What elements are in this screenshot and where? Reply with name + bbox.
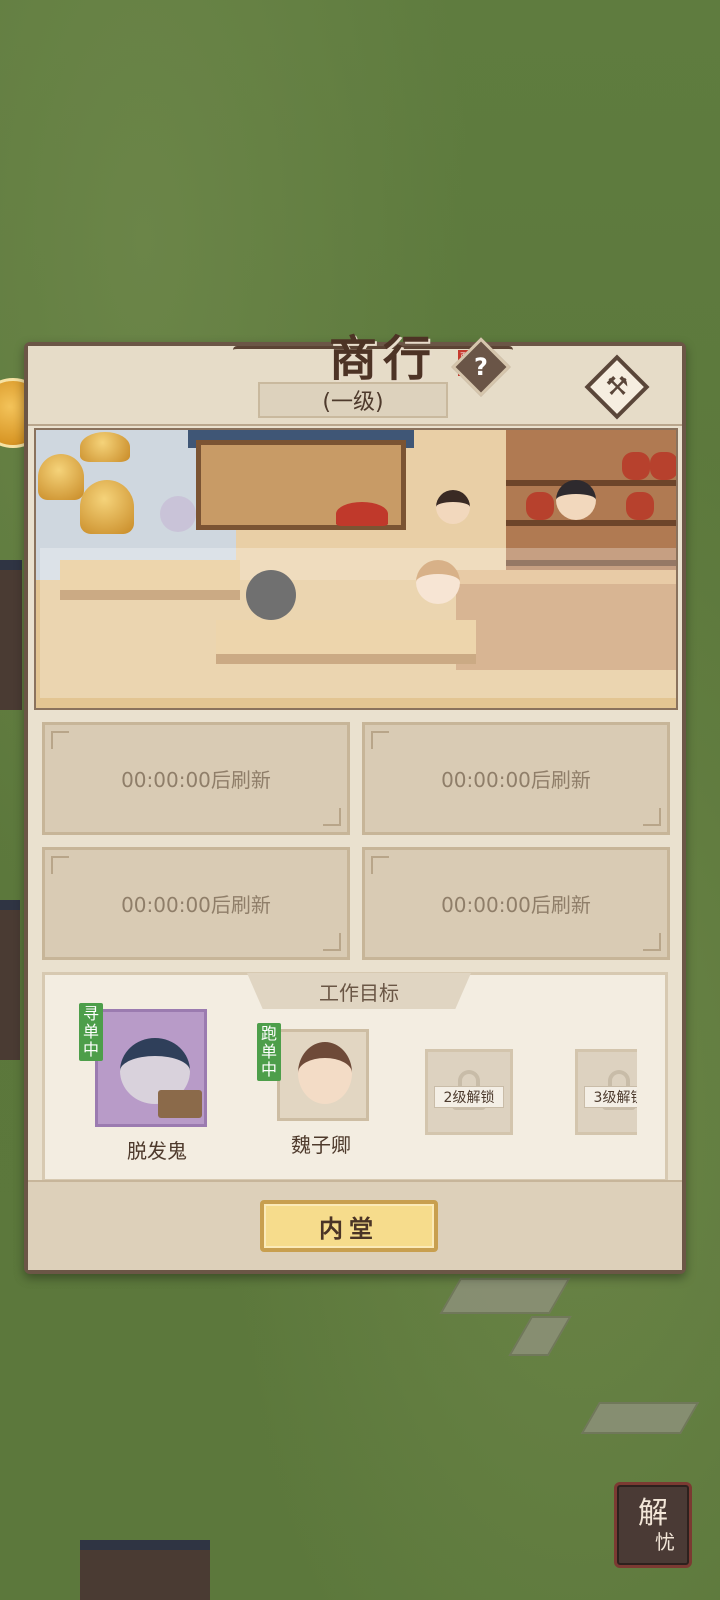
jieyou-label-1: 解: [638, 1496, 668, 1531]
order-slots: 00:00:00后刷新 00:00:00后刷新 00:00:00后刷新 00:0…: [42, 722, 670, 960]
scene-character: [436, 490, 470, 524]
status-badge: 跑单中: [257, 1023, 281, 1081]
scene-overlay: [40, 548, 676, 698]
map-building: [0, 900, 20, 1060]
scene-shelf: [506, 480, 676, 486]
character-portrait: [277, 1029, 369, 1121]
work-goals-section: 工作目标 寻单中 脱发鬼 跑单中 魏子卿 2级解锁 3级解: [42, 972, 668, 1182]
goal-card-tuofagui[interactable]: 寻单中 脱发鬼: [79, 1003, 207, 1163]
goal-name: 魏子卿: [291, 1133, 351, 1157]
bell-icon: [38, 454, 84, 500]
books-stack: [158, 1090, 202, 1118]
scene-character: [556, 480, 596, 520]
jieyou-label-2: 忧: [655, 1530, 675, 1554]
locked-slot-clip: 3级解锁: [575, 1045, 637, 1145]
inner-hall-button[interactable]: 内堂: [260, 1200, 438, 1252]
scene-jar: [622, 452, 650, 480]
map-road: [508, 1316, 572, 1356]
shop-panel: 商行 百鬼 ? ⚒ (一级) 00:00:00后刷新 00:00:0: [24, 331, 686, 1274]
scene-jar: [626, 492, 654, 520]
locked-slot-level2[interactable]: 2级解锁: [425, 1049, 513, 1135]
order-slot[interactable]: 00:00:00后刷新: [42, 847, 350, 960]
locked-slot-level3[interactable]: 3级解锁: [575, 1049, 637, 1135]
map-building: [0, 560, 22, 710]
shop-scene-illustration: [34, 428, 678, 710]
scene-character: [336, 502, 388, 526]
scene-jar: [650, 452, 676, 480]
work-goals-title: 工作目标: [247, 973, 471, 1009]
jieyou-button[interactable]: 解 忧: [614, 1482, 692, 1568]
bell-icon: [80, 480, 134, 534]
character-face: [298, 1042, 352, 1104]
question-icon: ?: [474, 353, 488, 381]
map-road: [439, 1278, 571, 1314]
page-title: 商行: [328, 331, 437, 387]
level-label: (一级): [258, 382, 448, 418]
scene-jar: [526, 492, 554, 520]
goal-name: 脱发鬼: [127, 1139, 187, 1163]
hammer-icon: ⚒: [605, 372, 629, 402]
order-slot[interactable]: 00:00:00后刷新: [42, 722, 350, 835]
scene-character: [160, 496, 196, 532]
unlock-requirement: 2级解锁: [434, 1086, 504, 1108]
order-slot[interactable]: 00:00:00后刷新: [362, 847, 670, 960]
panel-footer: 内堂: [28, 1180, 682, 1270]
order-slot[interactable]: 00:00:00后刷新: [362, 722, 670, 835]
unlock-requirement: 3级解锁: [584, 1086, 637, 1108]
map-road: [580, 1402, 700, 1434]
status-badge: 寻单中: [79, 1003, 103, 1061]
goal-card-weiziqing[interactable]: 跑单中 魏子卿: [257, 1023, 369, 1157]
bell-icon: [80, 432, 130, 462]
ghost-portrait: [95, 1009, 207, 1127]
map-building: [80, 1540, 210, 1600]
